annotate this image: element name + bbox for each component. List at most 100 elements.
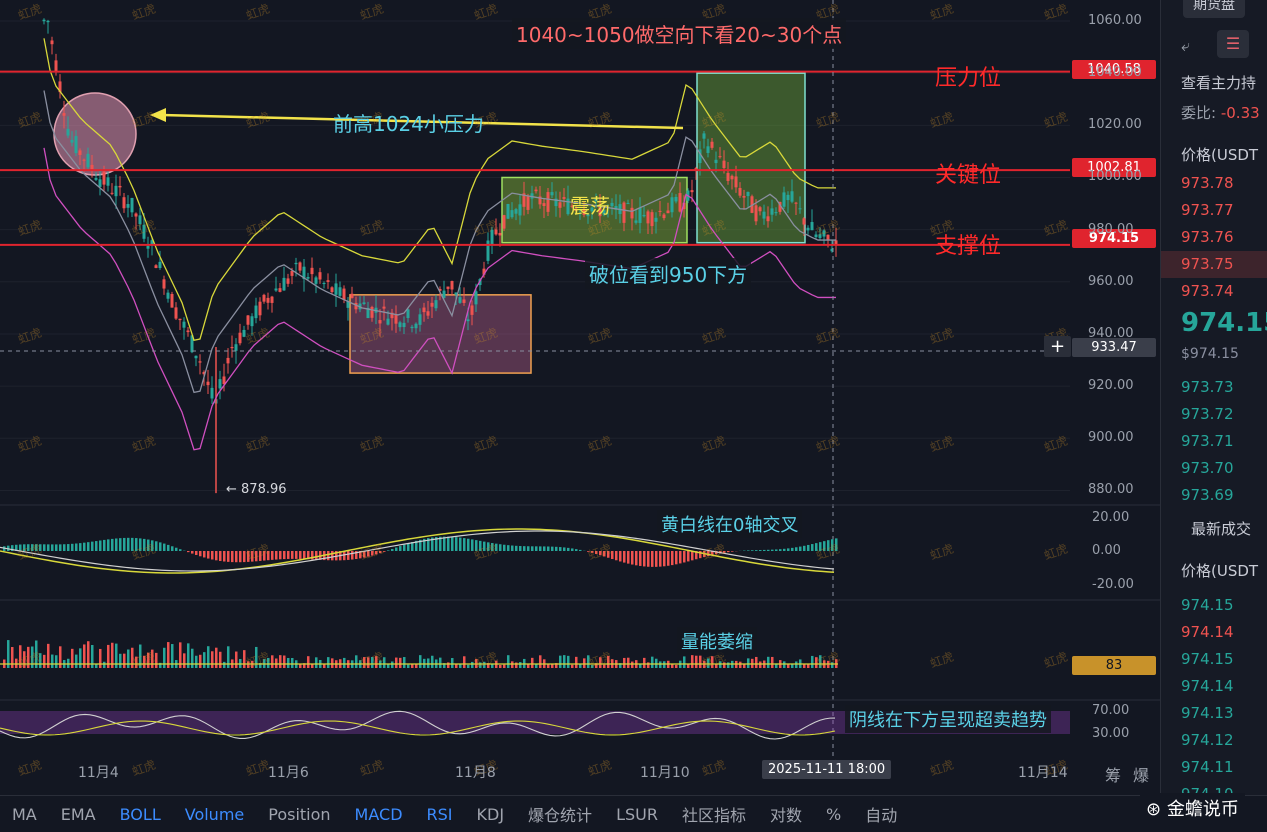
bid-row[interactable]: 973.73: [1161, 374, 1267, 401]
indicator-tab-[interactable]: 自动: [853, 802, 909, 826]
volume-bar: [215, 648, 218, 668]
crosshair-plus-icon[interactable]: +: [1044, 336, 1071, 357]
bid-row[interactable]: 973.72: [1161, 401, 1267, 428]
watermark-text: 虹虎: [16, 325, 43, 346]
macd-bar: [671, 551, 674, 565]
indicator-tab-rsi[interactable]: RSI: [415, 805, 465, 824]
price-header: 价格(USDT: [1161, 142, 1258, 169]
volume-bar: [503, 665, 506, 668]
volume-bar: [75, 655, 78, 668]
orderbook-view-icon[interactable]: ☰: [1217, 30, 1249, 58]
candle-body: [295, 263, 298, 264]
price-chart[interactable]: 虹虎虹虎虹虎虹虎虹虎虹虎虹虎虹虎虹虎虹虎虹虎虹虎虹虎虹虎虹虎虹虎虹虎虹虎虹虎虹虎…: [0, 0, 1160, 795]
macd-bar: [43, 544, 46, 551]
volume-bar: [463, 656, 466, 668]
liq-toggle[interactable]: 爆: [1133, 762, 1149, 786]
indicator-tab-[interactable]: 爆仓统计: [516, 802, 604, 826]
volume-bar: [507, 655, 510, 668]
candle-body: [363, 302, 366, 304]
macd-bar: [651, 551, 654, 567]
volume-bar: [219, 652, 222, 668]
macd-bar: [211, 551, 214, 559]
macd-bar: [55, 544, 58, 551]
watermark-text: 虹虎: [586, 109, 613, 130]
indicator-tab-[interactable]: 对数: [758, 802, 814, 826]
macd-bar: [623, 551, 626, 563]
watermark-text: 虹虎: [358, 433, 385, 454]
ask-row[interactable]: 973.75: [1161, 251, 1267, 278]
candle-body: [327, 280, 330, 282]
volume-bar: [223, 662, 226, 668]
watermark-text: 虹虎: [928, 1, 955, 22]
volume-bar: [407, 665, 410, 668]
macd-bar: [47, 544, 50, 551]
chip-toggle[interactable]: 筹: [1105, 762, 1121, 786]
candle-body: [403, 323, 406, 327]
candle-body: [95, 178, 98, 180]
volume-bar: [127, 650, 130, 668]
annotation-range: 震荡: [570, 190, 610, 219]
y-tick-label: 900.00: [1088, 430, 1134, 445]
indicator-tab-boll[interactable]: BOLL: [108, 805, 173, 824]
macd-bar: [571, 548, 574, 551]
level-label-key: 关键位: [935, 157, 1001, 189]
indicator-tab-ema[interactable]: EMA: [49, 805, 108, 824]
indicator-tab-macd[interactable]: MACD: [343, 805, 415, 824]
volume-bar: [647, 662, 650, 668]
panel-expand-icon[interactable]: ⤶: [1181, 36, 1190, 56]
candle-body: [275, 289, 278, 291]
macd-bar: [447, 537, 450, 551]
candle-body: [803, 218, 806, 224]
watermark-text: 虹虎: [700, 541, 727, 562]
indicator-tab-volume[interactable]: Volume: [173, 805, 257, 824]
candle-body: [207, 382, 210, 385]
volume-bar: [511, 661, 514, 668]
macd-bar: [687, 551, 690, 561]
macd-bar: [811, 544, 814, 551]
candle-body: [747, 192, 750, 196]
candle-body: [659, 211, 662, 212]
watermark-text: 虹虎: [814, 109, 841, 130]
macd-bar: [803, 546, 806, 551]
macd-bar: [779, 549, 782, 551]
macd-bar: [791, 548, 794, 551]
ratio-row: 委比: -0.33: [1161, 100, 1260, 127]
indicator-tab-kdj[interactable]: KDJ: [465, 805, 517, 824]
candle-body: [211, 388, 214, 399]
indicator-tab-[interactable]: 社区指标: [670, 802, 758, 826]
watermark-text: 虹虎: [928, 649, 955, 670]
macd-bar: [391, 549, 394, 551]
x-label-3: 11月8: [455, 762, 496, 782]
candle-body: [419, 314, 422, 325]
ask-row[interactable]: 973.74: [1161, 278, 1267, 305]
volume-bar: [451, 658, 454, 668]
indicator-tab-ma[interactable]: MA: [0, 805, 49, 824]
ask-row[interactable]: 973.78: [1161, 170, 1267, 197]
indicator-tab-[interactable]: %: [814, 805, 853, 824]
indicator-tab-position[interactable]: Position: [256, 805, 342, 824]
bid-row[interactable]: 973.69: [1161, 482, 1267, 509]
bid-row[interactable]: 973.71: [1161, 428, 1267, 455]
candle-body: [715, 160, 718, 163]
macd-bar: [347, 551, 350, 560]
volume-bar: [467, 665, 470, 668]
watermark-text: 虹虎: [130, 433, 157, 454]
annotation-volume: 量能萎缩: [677, 627, 757, 655]
candle-body: [663, 215, 666, 219]
ask-row[interactable]: 973.76: [1161, 224, 1267, 251]
watermark-text: 虹虎: [130, 1, 157, 22]
x-label-4: 11月10: [640, 762, 690, 782]
macd-bar: [451, 537, 454, 551]
bid-row[interactable]: 973.70: [1161, 455, 1267, 482]
volume-bar: [103, 662, 106, 668]
watermark-text: 虹虎: [16, 217, 43, 238]
volume-bar: [227, 646, 230, 668]
candle-body: [463, 299, 466, 302]
brand-watermark: ⊛ 金蟾说币: [1140, 793, 1245, 823]
ask-row[interactable]: 973.77: [1161, 197, 1267, 224]
main-holdings-title[interactable]: 查看主力持: [1161, 70, 1256, 97]
indicator-tab-lsur[interactable]: LSUR: [604, 805, 670, 824]
macd-bar: [103, 540, 106, 551]
watermark-text: 虹虎: [130, 757, 157, 778]
futures-tab[interactable]: 期货盘: [1183, 0, 1245, 18]
